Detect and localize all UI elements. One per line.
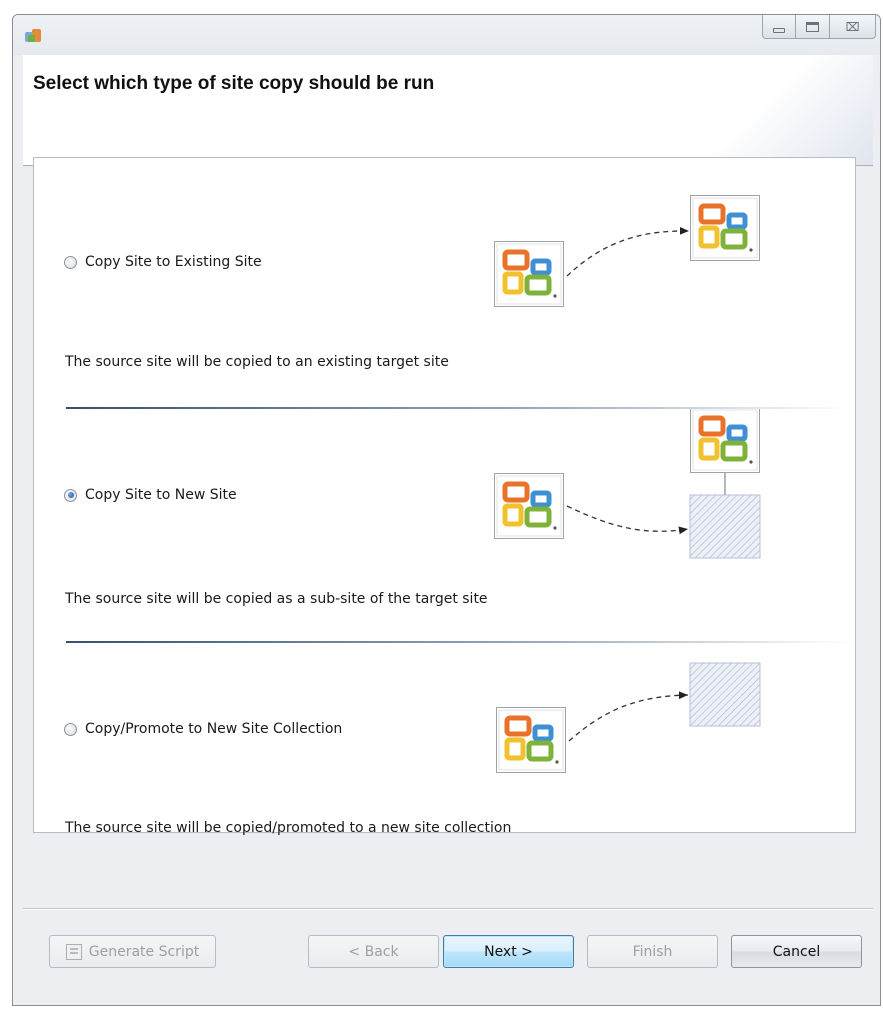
minimize-icon (773, 28, 785, 33)
minimize-button[interactable] (762, 15, 796, 39)
option-separator (66, 641, 851, 643)
option-copy-to-existing[interactable]: Copy Site to Existing Site (64, 254, 262, 270)
option-description: The source site will be copied as a sub-… (65, 591, 488, 607)
radio-copy-to-new-site[interactable] (64, 488, 77, 502)
copy-arrow (566, 226, 690, 277)
close-icon: ⌧ (845, 19, 860, 34)
window-controls: ⌧ (762, 15, 876, 39)
title-bar[interactable]: ⌧ (13, 15, 880, 55)
generate-script-label: Generate Script (88, 943, 200, 960)
radio-copy-to-existing[interactable] (64, 255, 77, 269)
option-copy-promote-collection[interactable]: Copy/Promote to New Site Collection (64, 721, 342, 737)
option-label: Copy Site to Existing Site (85, 254, 262, 270)
page-title: Select which type of site copy should be… (33, 73, 435, 94)
finish-label: Finish (632, 943, 673, 960)
option-separator (66, 407, 851, 409)
new-subsite-placeholder (689, 494, 761, 559)
script-icon (65, 943, 82, 960)
finish-button[interactable]: Finish (587, 935, 718, 968)
source-site-office-icon (495, 474, 564, 539)
options-panel: Copy Site to Existing Site The source si… (33, 157, 856, 836)
close-button[interactable]: ⌧ (830, 15, 876, 39)
banner-gradient (693, 55, 873, 165)
next-label: Next > (484, 943, 533, 960)
maximize-icon (806, 21, 819, 32)
wizard-window: ⌧ Select which type of site copy should … (12, 14, 881, 1006)
footer-separator (23, 908, 873, 909)
back-button[interactable]: < Back (308, 935, 439, 968)
new-site-collection-placeholder (689, 662, 761, 727)
radio-copy-promote-collection[interactable] (64, 722, 77, 736)
option-label: Copy Site to New Site (85, 487, 237, 503)
source-site-office-icon (497, 708, 566, 773)
option-description: The source site will be copied to an exi… (65, 354, 449, 370)
target-site-office-icon (691, 196, 760, 261)
cancel-label: Cancel (772, 943, 821, 960)
source-site-office-icon (495, 242, 564, 307)
generate-script-button[interactable]: Generate Script (49, 935, 216, 968)
wizard-header-banner: Select which type of site copy should be… (23, 55, 873, 166)
target-site-office-icon (691, 408, 760, 473)
back-label: < Back (348, 943, 399, 960)
cancel-button[interactable]: Cancel (731, 935, 862, 968)
maximize-button[interactable] (796, 15, 830, 39)
next-button[interactable]: Next > (443, 935, 574, 968)
wizard-app-icon (25, 29, 41, 42)
option-copy-to-new-site[interactable]: Copy Site to New Site (64, 487, 237, 503)
copy-arrow (568, 691, 689, 742)
option-description: The source site will be copied/promoted … (65, 820, 512, 836)
copy-arrow (566, 505, 689, 535)
option-label: Copy/Promote to New Site Collection (85, 721, 343, 737)
